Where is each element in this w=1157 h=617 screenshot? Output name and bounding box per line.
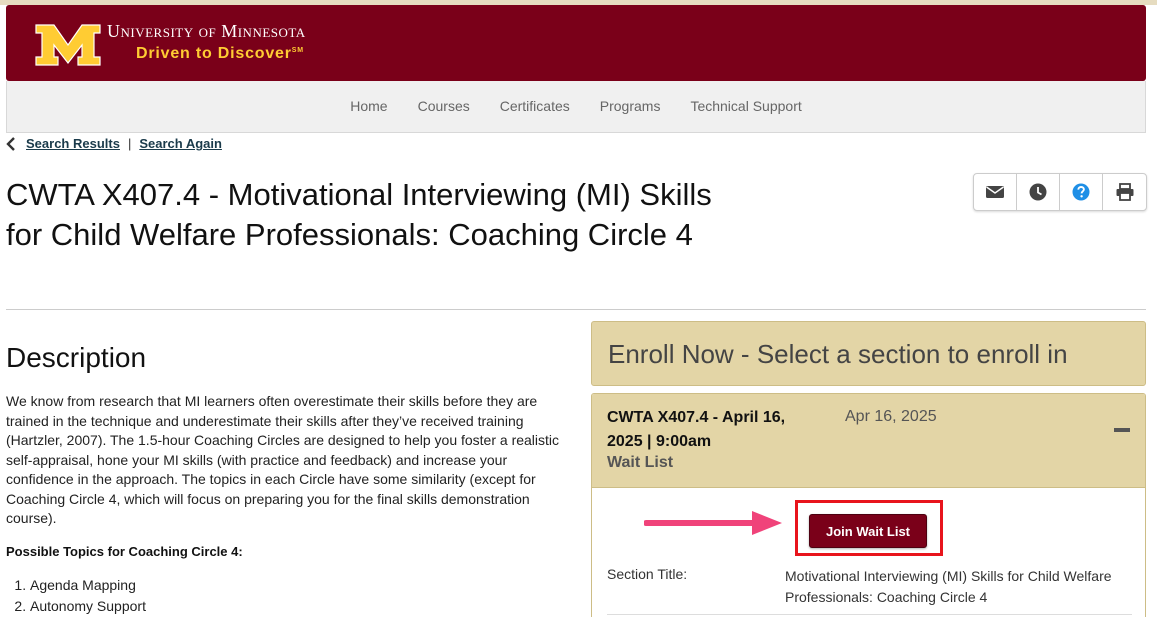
topics-heading: Possible Topics for Coaching Circle 4: [6, 544, 243, 559]
main-nav: Home Courses Certificates Programs Techn… [6, 81, 1146, 133]
enroll-panel-header: Enroll Now - Select a section to enroll … [591, 321, 1146, 386]
chevron-left-icon[interactable] [6, 136, 16, 151]
nav-certificates[interactable]: Certificates [485, 98, 585, 114]
collapse-icon[interactable] [1114, 428, 1130, 432]
action-toolbar [973, 173, 1147, 211]
join-wait-list-button[interactable]: Join Wait List [809, 514, 927, 548]
section-title-label: Section Title: [607, 566, 688, 582]
block-m-logo-icon[interactable] [34, 23, 102, 67]
section-date: Apr 16, 2025 [845, 408, 937, 425]
section-title: CWTA X407.4 - April 16, 2025 | 9:00am [607, 409, 786, 450]
section-divider [607, 614, 1132, 615]
enroll-heading: Enroll Now - Select a section to enroll … [608, 339, 1068, 369]
breadcrumb-separator: | [127, 136, 132, 151]
topics-list: Agenda Mapping Autonomy Support [30, 575, 146, 617]
nav-courses[interactable]: Courses [403, 98, 485, 114]
description-body: We know from research that MI learners o… [6, 393, 560, 526]
arrow-right-icon [644, 511, 782, 535]
page-title: CWTA X407.4 - Motivational Interviewing … [6, 177, 712, 252]
nav-technical-support[interactable]: Technical Support [675, 98, 816, 114]
print-icon [1116, 183, 1133, 201]
envelope-icon [986, 186, 1004, 198]
section-title-value: Motivational Interviewing (MI) Skills fo… [785, 568, 1112, 605]
history-button[interactable] [1017, 174, 1060, 210]
title-divider [6, 309, 1146, 310]
tagline: Driven to DiscoverSM [136, 45, 304, 62]
nav-programs[interactable]: Programs [585, 98, 676, 114]
section-card: CWTA X407.4 - April 16, 2025 | 9:00am Wa… [591, 393, 1146, 617]
search-again-link[interactable]: Search Again [139, 136, 222, 151]
breadcrumb: Search Results | Search Again [6, 136, 222, 151]
university-banner: University of Minnesota Driven to Discov… [6, 5, 1146, 81]
clock-icon [1029, 183, 1047, 201]
help-button[interactable] [1060, 174, 1103, 210]
university-name: University of Minnesota [107, 21, 306, 41]
section-status: Wait List [607, 454, 674, 471]
list-item: Autonomy Support [30, 596, 146, 617]
section-header[interactable]: CWTA X407.4 - April 16, 2025 | 9:00am Wa… [592, 394, 1145, 488]
help-icon [1072, 183, 1090, 201]
description-heading: Description [6, 342, 147, 373]
search-results-link[interactable]: Search Results [26, 136, 120, 151]
section-body: Join Wait List Section Title: Motivation… [592, 488, 1145, 617]
email-button[interactable] [974, 174, 1017, 210]
nav-home[interactable]: Home [335, 98, 402, 114]
list-item: Agenda Mapping [30, 575, 146, 596]
print-button[interactable] [1103, 174, 1146, 210]
